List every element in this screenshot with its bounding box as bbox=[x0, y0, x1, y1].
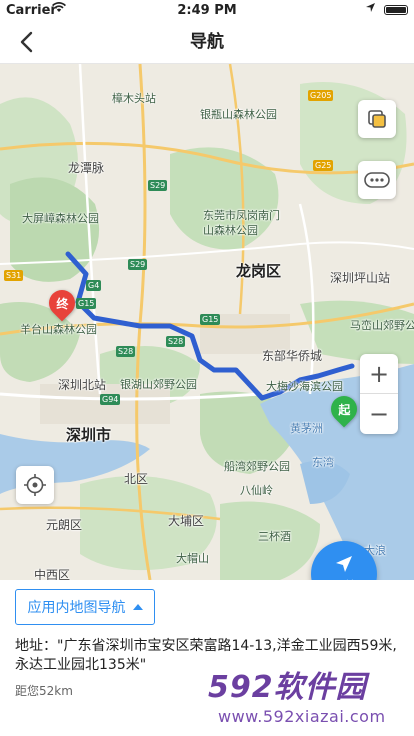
highway-shield: S29 bbox=[148, 180, 168, 191]
highway-shield: S28 bbox=[116, 346, 136, 357]
map-label: 东莞市凤岗南门 bbox=[203, 209, 280, 222]
highway-shield: G4 bbox=[86, 280, 102, 291]
map-label: 黄茅洲 bbox=[290, 422, 323, 435]
watermark-logo: 592软件园 bbox=[208, 670, 367, 705]
highway-shield: G15 bbox=[200, 314, 221, 325]
map-label: 大梅沙海滨公园 bbox=[266, 380, 343, 393]
map-label: 深圳市 bbox=[66, 426, 112, 444]
battery-icon bbox=[384, 5, 408, 15]
zoom-out-button[interactable]: − bbox=[360, 394, 398, 434]
map-view[interactable]: 樟木头站 银瓶山森林公园 龙潭脉 大屏嶂森林公园 东莞市凤岗南门 山森林公园 龙… bbox=[0, 64, 414, 580]
highway-shield: G205 bbox=[308, 90, 334, 101]
caret-up-icon bbox=[132, 604, 143, 610]
zoom-in-button[interactable]: + bbox=[360, 354, 398, 394]
status-bar: Carrier 2:49 PM bbox=[0, 0, 414, 20]
address-prefix: 地址： bbox=[15, 638, 57, 654]
map-label: 深圳坪山站 bbox=[330, 271, 391, 285]
map-label: 大帽山 bbox=[176, 552, 209, 565]
highway-shield: G25 bbox=[313, 160, 334, 171]
watermark: 592软件园 www.592xiazai.com bbox=[196, 660, 412, 734]
highway-shield: S28 bbox=[166, 336, 186, 347]
more-options-button[interactable] bbox=[358, 161, 396, 199]
highway-shield: G15 bbox=[76, 298, 97, 309]
navigation-arrow-icon bbox=[336, 555, 352, 572]
map-label: 北区 bbox=[124, 472, 149, 486]
map-label: 八仙岭 bbox=[240, 484, 273, 497]
more-dots-icon bbox=[364, 172, 390, 188]
layers-button[interactable] bbox=[358, 100, 396, 138]
map-label: 大埔区 bbox=[168, 514, 205, 528]
back-button[interactable] bbox=[8, 24, 44, 60]
map-label: 船湾郊野公园 bbox=[224, 460, 290, 473]
crosshair-icon bbox=[24, 474, 46, 496]
map-label: 三杯酒 bbox=[258, 530, 291, 543]
map-app-dropdown-label: 应用内地图导航 bbox=[27, 600, 126, 616]
location-arrow-icon bbox=[365, 2, 376, 16]
map-label: 山森林公园 bbox=[203, 224, 258, 237]
highway-shield: G94 bbox=[100, 394, 121, 405]
highway-shield: S31 bbox=[4, 270, 24, 281]
chevron-left-icon bbox=[20, 31, 33, 53]
map-label: 大屏嶂森林公园 bbox=[22, 212, 99, 225]
map-label: 银瓶山森林公园 bbox=[200, 108, 277, 121]
layers-icon bbox=[368, 110, 386, 128]
highway-shield: S29 bbox=[128, 259, 148, 270]
map-label: 东部华侨城 bbox=[262, 349, 323, 363]
map-label: 龙岗区 bbox=[236, 262, 282, 280]
nav-bar: 导航 bbox=[0, 20, 414, 64]
map-label: 深圳北站 bbox=[58, 378, 107, 392]
distance-label: 距您52km bbox=[15, 684, 73, 698]
locate-me-button[interactable] bbox=[16, 466, 54, 504]
map-label: 羊台山森林公园 bbox=[20, 323, 97, 336]
zoom-control: + − bbox=[360, 354, 398, 434]
watermark-url: www.592xiazai.com bbox=[218, 707, 386, 726]
map-label: 元朗区 bbox=[46, 518, 83, 532]
map-label: 银湖山郊野公园 bbox=[120, 378, 197, 391]
page-title: 导航 bbox=[190, 32, 224, 52]
map-label: 龙潭脉 bbox=[68, 161, 105, 175]
map-app-dropdown[interactable]: 应用内地图导航 bbox=[15, 589, 155, 625]
clock: 2:49 PM bbox=[177, 3, 237, 18]
map-label: 马峦山郊野公 bbox=[350, 319, 414, 332]
map-label: 中西区 bbox=[34, 568, 71, 580]
map-label: 樟木头站 bbox=[112, 92, 156, 105]
map-label: 东湾 bbox=[312, 456, 334, 469]
